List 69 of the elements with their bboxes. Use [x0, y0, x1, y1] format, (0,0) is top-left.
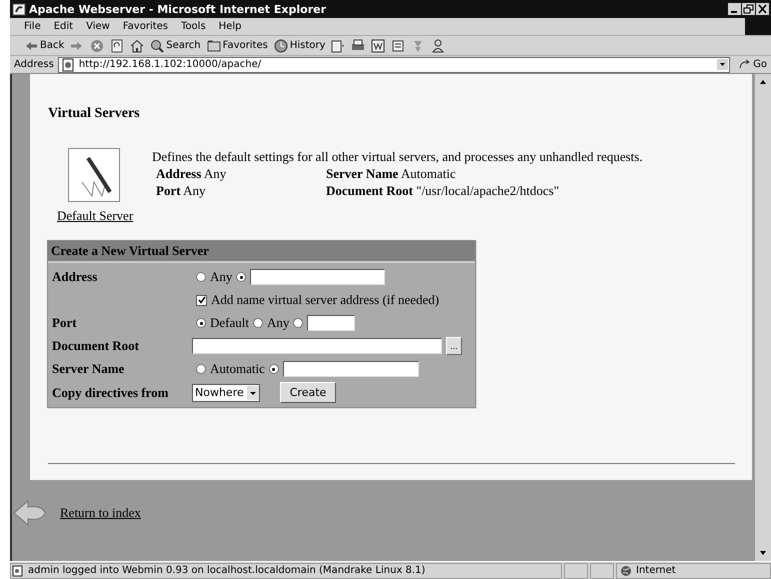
field-label: Address — [52, 269, 98, 285]
globe-icon — [620, 564, 632, 576]
zone-indicator: Internet — [616, 562, 771, 578]
server-setting: Port Any — [156, 183, 206, 199]
page-heading: Virtual Servers — [48, 106, 140, 122]
field-label: Port — [52, 315, 78, 331]
return-link[interactable]: Return to index — [60, 505, 141, 521]
description-text: Defines the default settings for all other virtual servers, and processes any unhandled requests. — [152, 149, 643, 165]
address-field[interactable]: http://192.168.1.102:10000/apache/ — [58, 56, 730, 72]
browse-button[interactable]: ... — [446, 337, 462, 355]
text-field[interactable] — [250, 269, 386, 285]
refresh-icon[interactable] — [110, 38, 124, 52]
radio-button[interactable] — [196, 364, 206, 374]
status-text: admin logged into Webmin 0.93 on localhost.localdomain (Mandrake Linux 8.1) — [10, 562, 562, 578]
status-pane — [590, 562, 614, 578]
menu-item[interactable]: Favorites — [122, 21, 168, 32]
toolbar-button[interactable]: Search — [150, 38, 201, 52]
radio-button[interactable] — [196, 272, 206, 282]
field-label: Server Name — [52, 361, 126, 377]
text-field[interactable] — [192, 338, 442, 354]
field-label: Document Root — [52, 338, 140, 354]
dropdown[interactable]: Nowhere — [192, 384, 260, 402]
restore-icon[interactable] — [742, 3, 755, 15]
person-icon[interactable] — [431, 38, 446, 52]
stop-icon[interactable] — [90, 38, 104, 52]
window-title: Apache Webserver - Microsoft Internet Explorer — [29, 2, 328, 16]
home-icon[interactable] — [130, 38, 144, 52]
go-button[interactable]: Go — [734, 58, 771, 72]
toolbar-button[interactable]: Back — [24, 38, 64, 52]
radio-button[interactable] — [293, 318, 304, 328]
address-label: Address — [14, 59, 54, 70]
checkbox[interactable] — [196, 294, 207, 306]
server-setting: Address Any — [156, 166, 228, 182]
radio-button[interactable] — [196, 318, 206, 328]
default-server-link[interactable]: Default Server — [57, 208, 134, 224]
menu-item[interactable]: Help — [218, 21, 242, 32]
option-label[interactable]: Default — [210, 315, 249, 331]
server-setting: Document Root "/usr/local/apache2/htdocs" — [326, 183, 559, 199]
text-field[interactable] — [307, 315, 356, 331]
toolbar-button[interactable]: Favorites — [206, 38, 268, 52]
notepad-icon[interactable] — [391, 38, 406, 52]
menu-item[interactable]: File — [24, 21, 41, 32]
option-label[interactable]: Automatic — [210, 361, 265, 377]
browser-icon — [12, 2, 26, 16]
option-label[interactable]: Any — [266, 315, 290, 331]
radio-button[interactable] — [252, 318, 263, 328]
clock-icon — [274, 38, 288, 52]
toolbar-button[interactable]: History — [274, 38, 326, 52]
page-icon — [12, 564, 24, 576]
create-button[interactable]: Create — [280, 382, 336, 403]
search-icon — [150, 38, 164, 52]
field-label: Copy directives from — [52, 384, 170, 400]
radio-button[interactable] — [268, 364, 279, 374]
printer-icon[interactable] — [351, 38, 366, 52]
close-icon[interactable] — [756, 3, 769, 15]
page-icon[interactable] — [331, 38, 346, 52]
radio-button[interactable] — [236, 272, 246, 282]
folder-icon — [206, 38, 221, 52]
text-field[interactable] — [282, 361, 419, 377]
menu-item[interactable]: View — [86, 21, 110, 32]
menu-item[interactable]: Tools — [181, 21, 206, 32]
menu-item[interactable]: Edit — [54, 21, 74, 32]
page-icon — [60, 58, 75, 72]
form-title: Create a New Virtual Server — [48, 241, 475, 263]
checkbox-label[interactable]: Add name virtual server address (if needed) — [211, 292, 440, 308]
option-label[interactable]: Any — [210, 269, 232, 285]
server-setting: Server Name Automatic — [326, 166, 457, 182]
status-pane — [564, 562, 588, 578]
document-icon[interactable] — [371, 38, 386, 52]
